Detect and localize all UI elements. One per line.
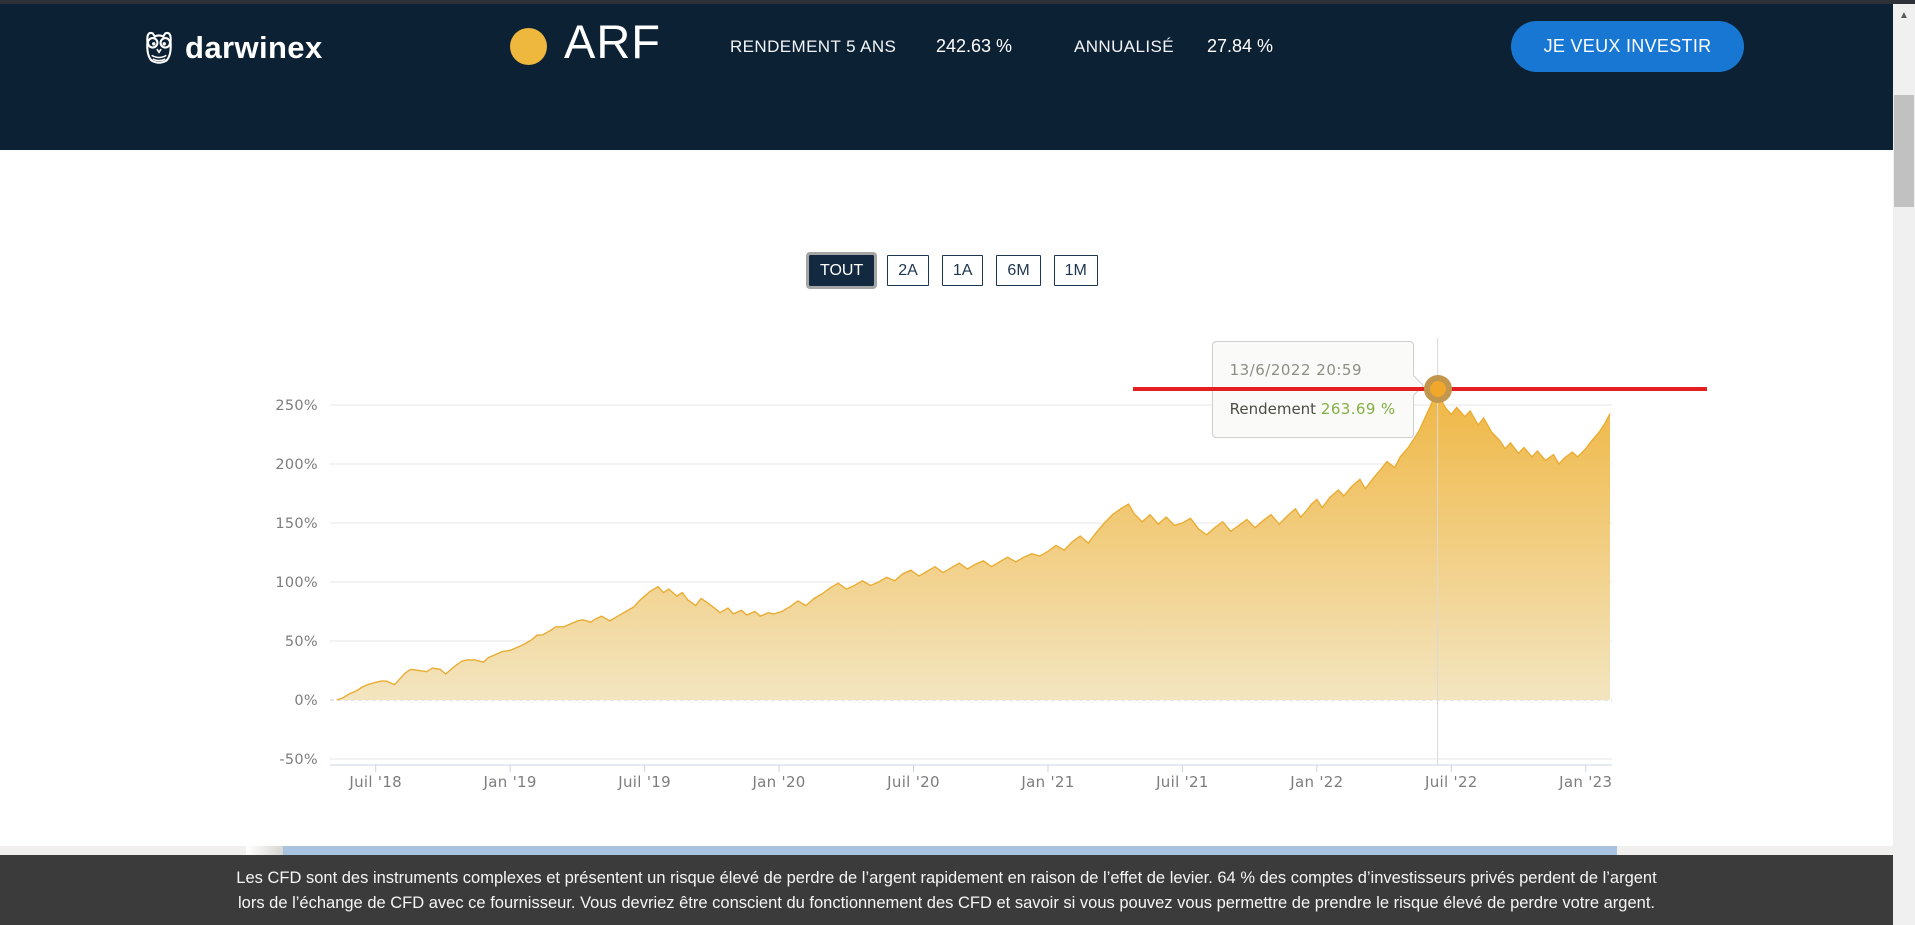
asset-color-dot-icon — [510, 28, 547, 65]
annualised-label: ANNUALISÉ — [1074, 37, 1174, 56]
x-axis-tick-label: Jan '23 — [1558, 773, 1612, 791]
range-button-tout[interactable]: TOUT — [805, 252, 878, 289]
darwinex-logo[interactable]: darwinex — [138, 24, 322, 70]
risk-disclaimer: Les CFD sont des instruments complexes e… — [0, 855, 1893, 925]
range-button-2a[interactable]: 2A — [887, 255, 929, 286]
tooltip-date: 13/6/2022 20:59 — [1229, 360, 1363, 379]
data-point-marker[interactable] — [1423, 374, 1452, 403]
horizontal-scrollbar-thumb[interactable] — [283, 846, 1617, 855]
y-axis-tick-label: 150% — [275, 516, 318, 532]
darwinex-owl-icon — [146, 31, 172, 64]
invest-button[interactable]: JE VEUX INVESTIR — [1511, 21, 1744, 72]
disclaimer-line2: lors de l’échange de CFD avec ce fournis… — [237, 894, 1655, 912]
annualised-value: 27.84 % — [1207, 36, 1274, 56]
area-series-fill — [336, 388, 1611, 700]
annotation-red-line — [1133, 386, 1707, 391]
scroll-up-arrow-icon[interactable]: ▲ — [1893, 8, 1915, 24]
x-axis-tick-label: Juil '20 — [886, 773, 940, 791]
y-axis-tick-label: 50% — [285, 634, 318, 650]
range-selector: TOUT 2A 1A 6M 1M — [805, 252, 1098, 289]
y-axis-tick-label: 200% — [275, 457, 318, 473]
range-button-1a[interactable]: 1A — [941, 255, 984, 286]
horizontal-scrollbar[interactable] — [0, 846, 1893, 855]
tooltip-value: 263.69 % — [1320, 399, 1396, 418]
asset-symbol: ARF — [564, 15, 661, 68]
x-axis-tick-label: Jan '21 — [1020, 773, 1074, 791]
y-axis-tick-label: -50% — [279, 752, 318, 768]
y-axis-tick-label: 0% — [294, 693, 318, 709]
performance-area-chart[interactable]: 250% 200% 150% 100% 50% 0% -50% Juil '18 Jan '19… — [240, 330, 1700, 800]
brand-name: darwinex — [185, 30, 323, 65]
vertical-scrollbar-thumb[interactable] — [1894, 95, 1914, 207]
header: darwinex ARF RENDEMENT 5 ANS 242.63 % AN… — [0, 0, 1893, 150]
x-axis-tick-label: Jan '20 — [751, 773, 805, 791]
tooltip-series-label: Rendement — [1229, 399, 1317, 418]
x-axis-tick-label: Jan '19 — [483, 773, 537, 791]
x-axis-tick-label: Jan '22 — [1289, 773, 1343, 791]
disclaimer-line1: Les CFD sont des instruments complexes e… — [236, 869, 1657, 887]
y-axis-tick-label: 100% — [275, 575, 318, 591]
x-axis-tick-label: Juil '21 — [1155, 773, 1209, 791]
range-button-6m[interactable]: 6M — [996, 255, 1041, 286]
page: darwinex ARF RENDEMENT 5 ANS 242.63 % AN… — [0, 0, 1915, 925]
window-top-edge — [0, 0, 1915, 4]
x-axis-tick-label: Juil '18 — [348, 773, 402, 791]
return-5y-value: 242.63 % — [936, 36, 1013, 56]
horizontal-scrollbar-track-fade — [246, 846, 283, 855]
vertical-scrollbar[interactable]: ▲ — [1893, 0, 1915, 925]
y-axis-tick-label: 250% — [275, 398, 318, 414]
x-axis-tick-label: Juil '22 — [1424, 773, 1478, 791]
range-button-1m[interactable]: 1M — [1053, 255, 1098, 286]
return-5y-label: RENDEMENT 5 ANS — [730, 37, 897, 56]
x-axis-tick-label: Juil '19 — [617, 773, 671, 791]
